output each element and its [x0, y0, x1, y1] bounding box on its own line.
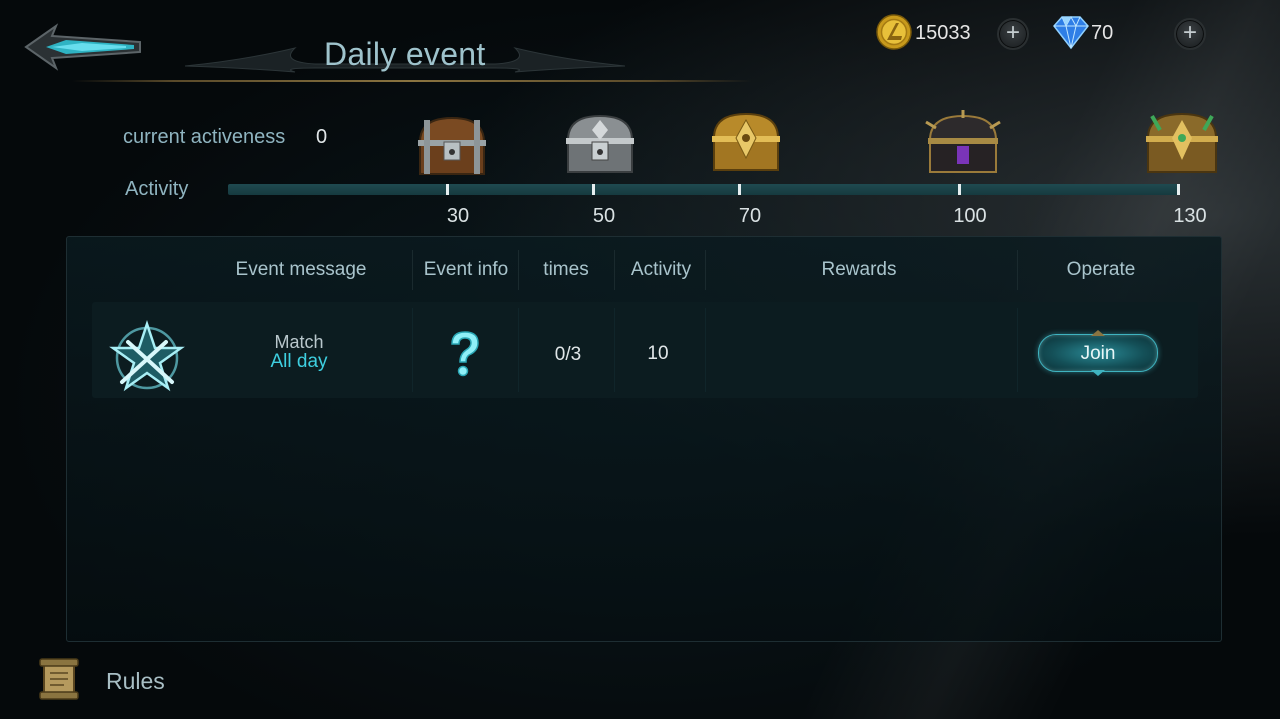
title-divider — [72, 80, 752, 82]
column-divider — [1017, 250, 1018, 290]
milestone-tick — [958, 184, 961, 195]
row-divider — [1017, 308, 1018, 392]
join-button[interactable]: Join — [1038, 330, 1158, 376]
row-divider — [518, 308, 519, 392]
rules-link[interactable]: Rules — [106, 668, 165, 695]
event-times: 0/3 — [554, 344, 582, 365]
gold-coin-icon — [876, 14, 912, 50]
milestone-label-30: 30 — [446, 205, 470, 227]
current-activeness-label: current activeness — [123, 126, 286, 148]
gold-chest-icon[interactable] — [708, 108, 784, 176]
header-event-info: Event info — [423, 259, 509, 280]
column-divider — [518, 250, 519, 290]
jade-gold-chest-icon[interactable] — [1142, 106, 1222, 178]
column-divider — [614, 250, 615, 290]
join-button-label: Join — [1080, 343, 1116, 364]
event-time: All day — [270, 351, 328, 372]
button-ornament — [1091, 330, 1105, 336]
page-title: Daily event — [324, 36, 486, 72]
column-divider — [705, 250, 706, 290]
event-name: Match — [274, 332, 324, 352]
milestone-label-130: 130 — [1173, 205, 1207, 227]
event-list-panel — [66, 236, 1222, 642]
button-ornament — [1091, 370, 1105, 376]
header-times: times — [543, 259, 589, 280]
add-gold-button[interactable]: + — [997, 18, 1029, 50]
table-row — [92, 302, 1198, 398]
row-divider — [614, 308, 615, 392]
add-diamond-button[interactable]: + — [1174, 18, 1206, 50]
rules-scroll-icon[interactable] — [36, 655, 82, 701]
header-operate: Operate — [1066, 259, 1136, 280]
row-divider — [705, 308, 706, 392]
milestone-label-70: 70 — [738, 205, 762, 227]
milestone-tick — [1177, 184, 1180, 195]
row-divider — [412, 308, 413, 392]
bronze-chest-icon[interactable] — [414, 112, 490, 180]
silver-chest-icon[interactable] — [562, 110, 638, 178]
question-mark-icon[interactable] — [438, 326, 490, 382]
milestone-tick — [592, 184, 595, 195]
back-arrow-icon — [24, 23, 141, 71]
current-activeness-value: 0 — [316, 126, 328, 148]
header-activity: Activity — [630, 259, 692, 280]
activity-bar-label: Activity — [125, 178, 189, 200]
crossed-swords-star-icon — [109, 320, 185, 392]
milestone-tick — [446, 184, 449, 195]
event-activity: 10 — [647, 343, 669, 364]
gold-amount: 15033 — [915, 22, 971, 44]
diamond-amount: 70 — [1091, 22, 1114, 44]
milestone-tick — [738, 184, 741, 195]
header-event-message: Event message — [235, 259, 367, 280]
milestone-label-100: 100 — [953, 205, 987, 227]
activity-progress-bar — [228, 184, 1180, 195]
diamond-icon — [1053, 15, 1089, 50]
back-button[interactable] — [22, 18, 142, 76]
dark-chest-icon[interactable] — [924, 108, 1002, 178]
header-rewards: Rewards — [821, 259, 897, 280]
column-divider — [412, 250, 413, 290]
milestone-label-50: 50 — [592, 205, 616, 227]
